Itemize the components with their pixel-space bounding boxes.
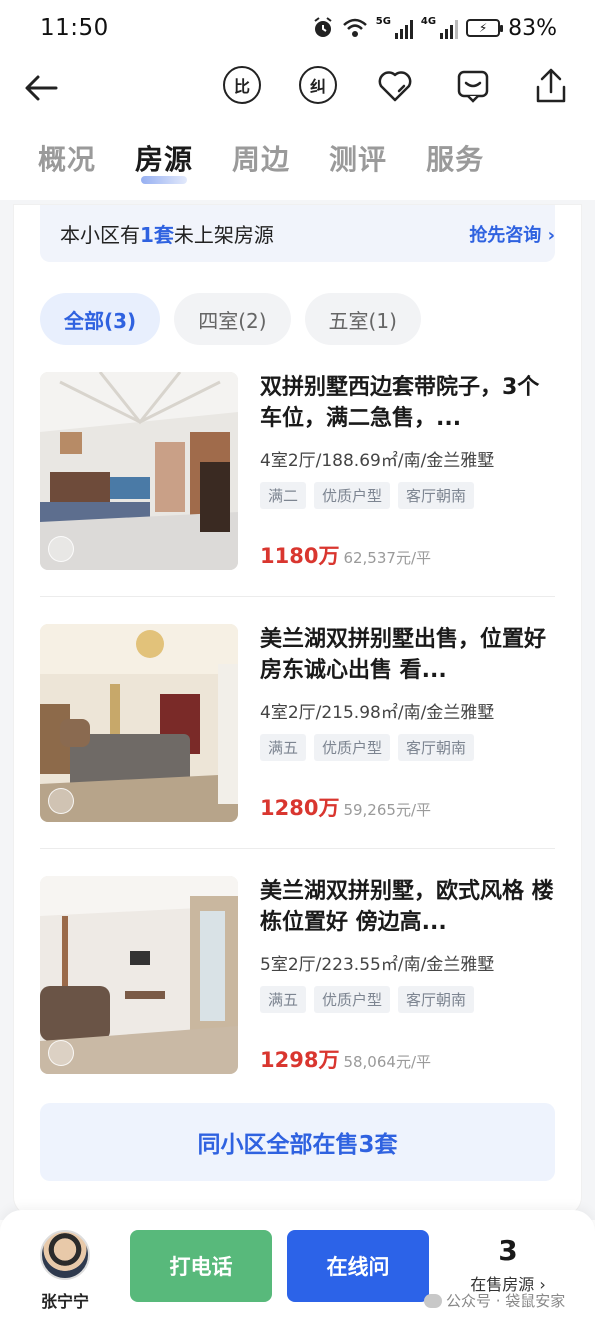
listing-meta: 5室2厅/223.55㎡/南/金兰雅墅 xyxy=(260,955,495,975)
agent-profile[interactable]: 张宁宁 xyxy=(38,1230,92,1312)
bottom-action-bar: 张宁宁 打电话 在线问 3 在售房源 › 公众号 · 袋鼠安家 xyxy=(0,1210,595,1322)
for-sale-count[interactable]: 3 在售房源 › xyxy=(458,1234,558,1295)
status-time: 11:50 xyxy=(40,15,109,41)
section-tabs: 概况 房源 周边 测评 服务 xyxy=(38,138,484,184)
status-bar: 11:50 5G 4G ⚡ 83% xyxy=(0,0,595,56)
tag: 优质户型 xyxy=(314,734,391,761)
view-all-for-sale-button[interactable]: 同小区全部在售3套 xyxy=(40,1103,555,1181)
agent-name: 张宁宁 xyxy=(40,1292,89,1311)
tab-overview[interactable]: 概况 xyxy=(38,138,96,178)
wechat-icon xyxy=(424,1293,442,1308)
compare-icon[interactable]: 比 xyxy=(223,66,261,104)
share-icon[interactable] xyxy=(531,66,571,106)
unit-price: 62,537元/平 xyxy=(343,549,431,567)
listing-title: 双拼别墅西边套带院子，3个车位，满二急售，... xyxy=(260,375,540,431)
listing-title: 美兰湖双拼别墅出售，位置好 房东诚心出售 看... xyxy=(260,627,547,683)
back-arrow-icon[interactable] xyxy=(22,68,62,108)
status-icons: 5G 4G ⚡ 83% xyxy=(312,16,557,41)
signal-icon xyxy=(394,17,413,39)
unit-price: 59,265元/平 xyxy=(343,801,431,819)
notice-text: 本小区有1套未上架房源 xyxy=(60,223,274,247)
vr-tour-icon[interactable] xyxy=(48,1040,74,1066)
listing-price: 1180万 62,537元/平 xyxy=(260,540,431,570)
tab-service[interactable]: 服务 xyxy=(426,138,484,178)
consult-link[interactable]: 抢先咨询 › xyxy=(469,221,555,247)
vr-tour-icon[interactable] xyxy=(48,536,74,562)
filter-chip-all[interactable]: 全部(3) xyxy=(40,293,161,345)
watermark: 公众号 · 袋鼠安家 xyxy=(424,1290,565,1311)
message-icon[interactable] xyxy=(453,66,493,106)
listing-info: 美兰湖双拼别墅，欧式风格 楼栋位置好 傍边高... 5室2厅/223.55㎡/南… xyxy=(260,876,560,1013)
vr-tour-icon[interactable] xyxy=(48,788,74,814)
call-button[interactable]: 打电话 xyxy=(130,1230,272,1302)
report-error-icon[interactable]: 纠 xyxy=(299,66,337,104)
network-4g: 4G xyxy=(420,15,437,27)
for-sale-number: 3 xyxy=(498,1234,518,1267)
total-price: 1180万 xyxy=(260,544,340,568)
tag: 满五 xyxy=(260,734,307,761)
tag: 客厅朝南 xyxy=(398,986,475,1013)
tag: 满二 xyxy=(260,482,307,509)
signal-icon-2 xyxy=(440,17,459,39)
filter-chip-5room[interactable]: 五室(1) xyxy=(304,293,421,345)
online-chat-button[interactable]: 在线问 xyxy=(287,1230,429,1302)
avatar[interactable] xyxy=(40,1230,90,1280)
tag: 客厅朝南 xyxy=(398,482,475,509)
listing-info: 双拼别墅西边套带院子，3个车位，满二急售，... 4室2厅/188.69㎡/南/… xyxy=(260,372,560,509)
listing-meta: 4室2厅/188.69㎡/南/金兰雅墅 xyxy=(260,451,495,471)
tag: 优质户型 xyxy=(314,986,391,1013)
tag: 优质户型 xyxy=(314,482,391,509)
divider xyxy=(40,848,555,849)
total-price: 1298万 xyxy=(260,1048,340,1072)
listing-card[interactable]: 美兰湖双拼别墅，欧式风格 楼栋位置好 傍边高... 5室2厅/223.55㎡/南… xyxy=(40,876,555,1076)
listing-info: 美兰湖双拼别墅出售，位置好 房东诚心出售 看... 4室2厅/215.98㎡/南… xyxy=(260,624,560,761)
alarm-icon xyxy=(314,17,332,37)
listing-price: 1280万 59,265元/平 xyxy=(260,792,431,822)
tab-surroundings[interactable]: 周边 xyxy=(232,138,290,178)
tag: 满五 xyxy=(260,986,307,1013)
battery-percent: 83% xyxy=(508,15,557,41)
listing-tags: 满五 优质户型 客厅朝南 xyxy=(260,986,560,1013)
total-price: 1280万 xyxy=(260,796,340,820)
filter-chip-4room[interactable]: 四室(2) xyxy=(174,293,291,345)
listing-photo[interactable] xyxy=(40,624,238,822)
unit-price: 58,064元/平 xyxy=(343,1053,431,1071)
favorite-heart-icon[interactable] xyxy=(375,66,415,106)
tab-listings[interactable]: 房源 xyxy=(135,138,193,184)
top-nav: 比 纠 xyxy=(0,58,595,118)
unlisted-notice[interactable]: 本小区有1套未上架房源 抢先咨询 › xyxy=(40,205,555,262)
listing-tags: 满五 优质户型 客厅朝南 xyxy=(260,734,560,761)
battery-icon: ⚡ xyxy=(466,19,504,37)
listings-section: 本小区有1套未上架房源 抢先咨询 › 全部(3) 四室(2) 五室(1) 双拼别… xyxy=(14,205,581,1215)
listing-photo[interactable] xyxy=(40,876,238,1074)
listing-price: 1298万 58,064元/平 xyxy=(260,1044,431,1074)
listing-tags: 满二 优质户型 客厅朝南 xyxy=(260,482,560,509)
listing-title: 美兰湖双拼别墅，欧式风格 楼栋位置好 傍边高... xyxy=(260,879,554,935)
tag: 客厅朝南 xyxy=(398,734,475,761)
divider xyxy=(40,596,555,597)
listing-meta: 4室2厅/215.98㎡/南/金兰雅墅 xyxy=(260,703,495,723)
listing-card[interactable]: 美兰湖双拼别墅出售，位置好 房东诚心出售 看... 4室2厅/215.98㎡/南… xyxy=(40,624,555,824)
listing-photo[interactable] xyxy=(40,372,238,570)
network-5g: 5G xyxy=(375,15,391,27)
listing-card[interactable]: 双拼别墅西边套带院子，3个车位，满二急售，... 4室2厅/188.69㎡/南/… xyxy=(40,372,555,572)
room-filter: 全部(3) 四室(2) 五室(1) xyxy=(40,293,421,345)
wifi-icon xyxy=(342,18,367,37)
tab-review[interactable]: 测评 xyxy=(329,138,387,178)
